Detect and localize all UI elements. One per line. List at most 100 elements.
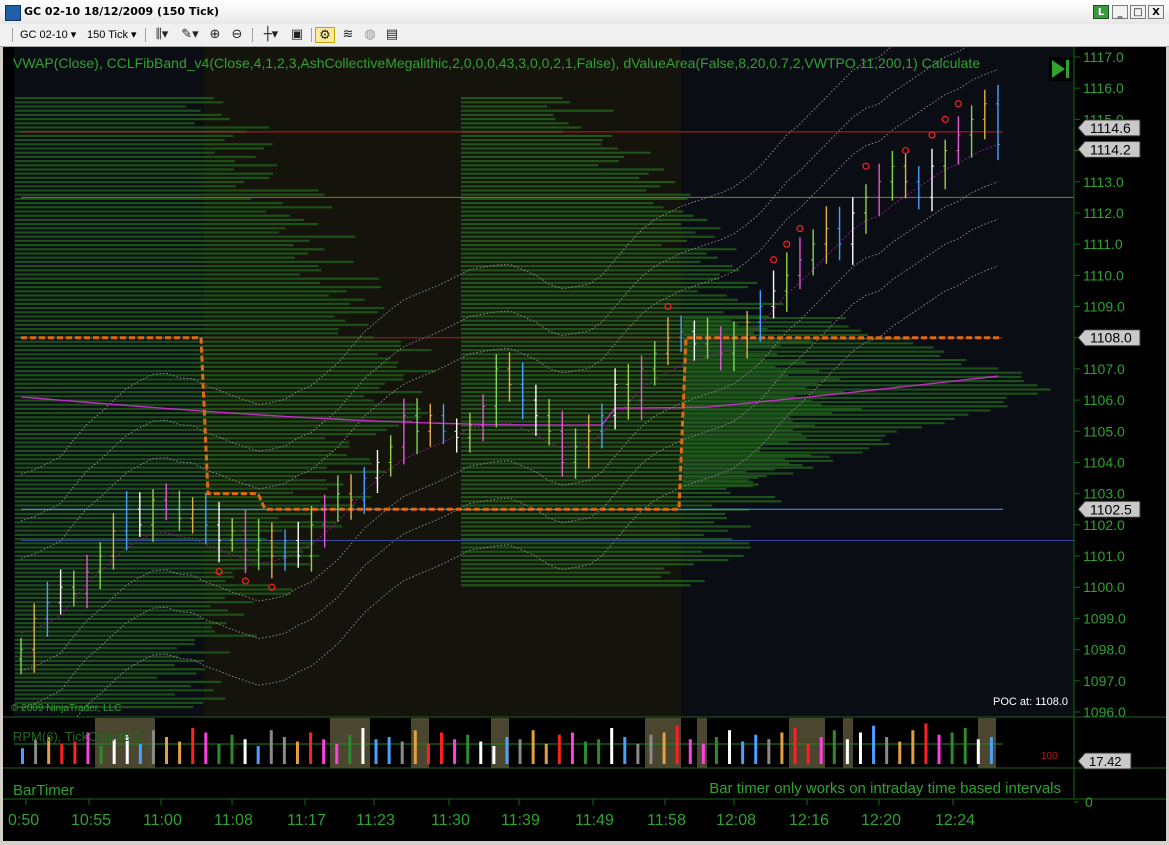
profile-bar: [461, 542, 750, 545]
period-label: 150 Tick: [87, 29, 128, 41]
profile-bar: [461, 504, 713, 507]
profile-bar: [461, 529, 729, 532]
profile-bar: [15, 307, 385, 310]
profile-bar: [15, 445, 350, 448]
zoom-out-icon[interactable]: ⊖: [228, 27, 246, 43]
profile-bar: [461, 126, 582, 129]
price-tick-label: 1105.0: [1083, 423, 1125, 439]
profile-bar: [15, 126, 270, 129]
bar-style-icon[interactable]: ⫼▾: [150, 27, 174, 43]
profile-bar: [683, 342, 914, 345]
rpm-panel-title: RPM(6), TickCounter2: [13, 729, 142, 744]
profile-bar: [461, 281, 758, 284]
profile-bar: [15, 340, 401, 343]
drawing-tool-icon[interactable]: ✎▾: [178, 27, 202, 43]
minimize-button[interactable]: _: [1112, 5, 1128, 19]
rpm-bar: [322, 739, 326, 764]
profile-bar: [461, 491, 731, 494]
profile-bar: [15, 252, 308, 255]
rpm-bar: [73, 741, 77, 764]
rpm-bar: [741, 741, 745, 764]
chart-area[interactable]: VWAP(Close), CCLFibBand_v4(Close,4,1,2,3…: [3, 47, 1166, 841]
rpm-bar: [374, 739, 378, 764]
profile-bar: [15, 542, 314, 545]
profile-bar: [15, 118, 231, 121]
chart-svg[interactable]: VWAP(Close), CCLFibBand_v4(Close,4,1,2,3…: [3, 47, 1166, 841]
period-dropdown[interactable]: 150 Tick ▾: [83, 27, 141, 43]
profile-bar: [683, 367, 999, 370]
profile-bar: [461, 244, 662, 247]
profile-bar: [461, 155, 624, 158]
rpm-bar: [623, 737, 627, 764]
price-tick-label: 1099.0: [1083, 610, 1126, 626]
maximize-button[interactable]: □: [1130, 5, 1146, 19]
rpm-bar: [518, 739, 522, 764]
rpm-bar: [898, 741, 902, 764]
profile-bar: [461, 113, 554, 116]
profile-bar: [15, 563, 310, 566]
window-title: GC 02-10 18/12/2009 (150 Tick): [24, 5, 219, 18]
profile-bar: [461, 265, 733, 268]
rpm-axis-label: 100: [1041, 751, 1058, 762]
profile-bar: [15, 470, 386, 473]
rpm-bar: [60, 743, 64, 764]
price-tick-label: 1104.0: [1083, 454, 1125, 470]
profile-bar: [461, 298, 739, 301]
link-indicator-button[interactable]: L: [1093, 5, 1109, 19]
data-box-icon[interactable]: ▤: [383, 27, 401, 43]
rpm-bar: [989, 737, 993, 764]
profile-bar: [15, 529, 283, 532]
strategy-icon[interactable]: ⚙: [315, 27, 335, 43]
profile-bar: [15, 227, 286, 230]
rpm-bar: [21, 748, 24, 764]
rpm-bar: [976, 739, 980, 764]
profile-bar: [15, 361, 399, 364]
price-tick-label: 1116.0: [1083, 80, 1124, 96]
rpm-bar: [138, 743, 142, 764]
rpm-bar: [466, 734, 470, 764]
instrument-dropdown[interactable]: GC 02-10 ▾: [16, 27, 80, 43]
rpm-bar: [99, 746, 103, 764]
profile-bar: [15, 550, 304, 553]
profile-bar: [683, 430, 897, 433]
profile-bar: [15, 286, 382, 289]
profile-bar: [15, 655, 179, 658]
profile-bar: [461, 512, 726, 515]
time-tick-label: 11:49: [575, 812, 614, 829]
time-axis[interactable]: 0:50 10:55 11:00 11:08 11:17 11:23 11:30 11:39 1…: [8, 799, 975, 829]
bartimer-message: Bar timer only works on intraday time ba…: [709, 780, 1061, 797]
profile-bar: [683, 480, 753, 483]
profile-bar: [15, 97, 214, 100]
time-tick-label: 10:55: [71, 812, 111, 829]
rpm-bar: [348, 734, 352, 764]
price-tick-label: 1102.0: [1083, 517, 1125, 533]
profile-bar: [15, 693, 175, 696]
rpm-highlight: [411, 718, 429, 768]
indicators-icon[interactable]: ≋: [339, 27, 357, 43]
play-bar: [1066, 60, 1069, 78]
profile-bar: [15, 239, 310, 242]
rpm-bar: [191, 728, 195, 764]
crosshair-icon[interactable]: ┼▾: [258, 27, 284, 43]
profile-bar: [461, 235, 715, 238]
rpm-bar: [963, 728, 967, 764]
globe-icon[interactable]: ◍: [361, 27, 379, 43]
properties-icon[interactable]: ▣: [288, 27, 306, 43]
profile-bar: [461, 168, 665, 171]
profile-bar: [15, 391, 423, 394]
profile-bar: [15, 613, 245, 616]
chevron-down-icon: ▾: [131, 29, 137, 41]
profile-bar: [15, 374, 404, 377]
zoom-in-icon[interactable]: ⊕: [206, 27, 224, 43]
profile-bar: [461, 500, 782, 503]
profile-bar: [461, 164, 599, 167]
profile-bar: [15, 302, 350, 305]
app-icon: [5, 5, 21, 21]
profile-bar: [15, 479, 327, 482]
time-tick-label: 11:00: [143, 812, 182, 829]
profile-bar: [461, 231, 696, 234]
profile-bar: [15, 504, 355, 507]
time-tick-label: 12:24: [935, 812, 975, 829]
chevron-down-icon: ▾: [70, 29, 77, 41]
close-button[interactable]: X: [1148, 5, 1164, 19]
